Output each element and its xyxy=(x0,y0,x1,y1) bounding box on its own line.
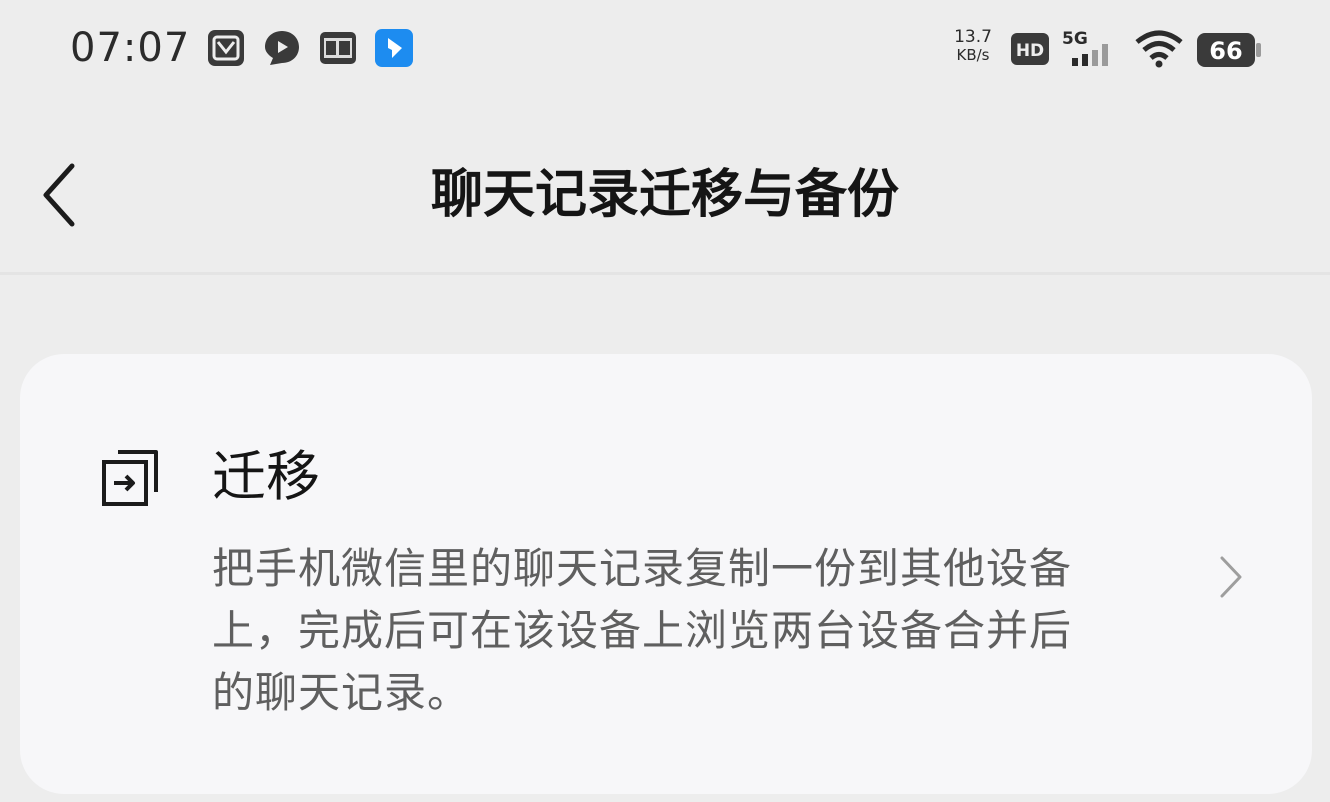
news-icon xyxy=(318,28,358,68)
page-title: 聊天记录迁移与备份 xyxy=(430,165,899,225)
hd-icon: HD xyxy=(1010,32,1050,82)
migrate-description: 把手机微信里的聊天记录复制一份到其他设备上，完成后可在该设备上浏览两台设备合并后… xyxy=(212,544,1073,717)
battery-icon: 66 xyxy=(1196,32,1264,82)
hd-label: HD xyxy=(1016,41,1044,61)
migrate-icon xyxy=(100,446,162,508)
chat-bubble-icon xyxy=(262,28,302,68)
migrate-title: 迁移 xyxy=(212,445,320,508)
network-speed-value: 13.7 xyxy=(954,27,992,47)
cellular-signal-icon: 5G xyxy=(1062,26,1122,76)
nav-divider xyxy=(0,272,1330,275)
battery-level: 66 xyxy=(1209,37,1242,65)
network-type-label: 5G xyxy=(1062,29,1088,49)
wifi-icon xyxy=(1134,30,1184,80)
network-speed-unit: KB/s xyxy=(956,46,990,64)
app-icon xyxy=(206,28,246,68)
migrate-card[interactable]: 迁移 把手机微信里的聊天记录复制一份到其他设备上，完成后可在该设备上浏览两台设备… xyxy=(20,354,1312,794)
status-time: 07:07 xyxy=(70,25,191,71)
bookmark-app-icon xyxy=(374,28,414,68)
network-speed: 13.7 KB/s xyxy=(948,28,998,64)
status-bar: 07:07 13.7 KB/s HD 5G 66 xyxy=(0,0,1330,100)
chevron-right-icon xyxy=(1216,554,1246,600)
nav-bar: 聊天记录迁移与备份 xyxy=(0,130,1330,270)
